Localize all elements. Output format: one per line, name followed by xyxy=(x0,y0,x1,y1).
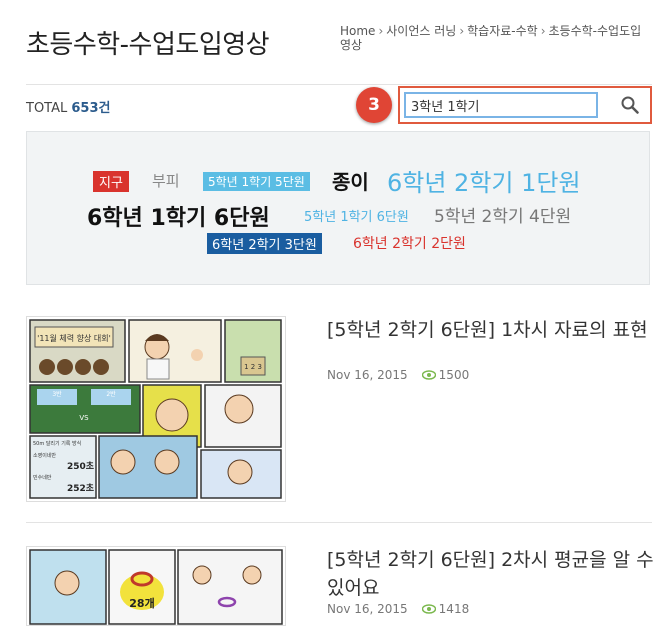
chevron-right-icon: › xyxy=(459,24,465,38)
breadcrumb-item-1[interactable]: 사이언스 러닝 xyxy=(386,24,456,38)
tag-item[interactable]: 부피 xyxy=(152,170,180,191)
list-item: 28개 [5학년 2학기 6단원] 2차시 평균을 알 수 있어요 Nov 16… xyxy=(26,546,654,626)
chevron-right-icon: › xyxy=(540,24,546,38)
search-box xyxy=(398,86,652,124)
view-count: 1418 xyxy=(438,602,470,616)
eye-icon xyxy=(421,370,436,380)
eye-icon xyxy=(421,604,436,614)
page-title: 초등수학-수업도입영상 xyxy=(26,30,270,60)
tag-cloud: 지구 부피 5학년 1학기 5단원 종이 6학년 2학기 1단원 6학년 1학기… xyxy=(26,131,650,285)
svg-text:소영이네반: 소영이네반 xyxy=(33,452,56,459)
total-count: TOTAL 653건 xyxy=(26,101,111,116)
tag-item[interactable]: 5학년 1학기 5단원 xyxy=(203,172,310,191)
svg-text:1 2 3: 1 2 3 xyxy=(244,363,262,371)
tag-item[interactable]: 6학년 2학기 2단원 xyxy=(353,233,466,253)
list-item: '11월 체력 향상 대회' 1 2 3 3반 2반 VS 50m 달리기 기록… xyxy=(26,316,650,506)
tag-item[interactable]: 지구 xyxy=(93,171,129,192)
svg-text:VS: VS xyxy=(79,414,89,422)
post-meta: Nov 16, 2015 1500 xyxy=(327,368,469,382)
tag-item[interactable]: 6학년 1학기 6단원 xyxy=(87,200,270,232)
divider xyxy=(26,522,652,523)
post-title[interactable]: [5학년 2학기 6단원] 2차시 평균을 알 수 있어요 xyxy=(327,546,657,602)
tag-item[interactable]: 6학년 2학기 3단원 xyxy=(207,233,322,254)
chevron-right-icon: › xyxy=(378,24,384,38)
breadcrumb: Home › 사이언스 러닝 › 학습자료-수학 › 초등수학-수업도입영상 xyxy=(340,24,652,52)
step-badge: 3 xyxy=(356,87,392,123)
cartoon-illustration: '11월 체력 향상 대회' 1 2 3 3반 2반 VS 50m 달리기 기록… xyxy=(27,317,285,501)
svg-text:3반: 3반 xyxy=(52,390,62,398)
svg-text:50m 달리기 기록 방식: 50m 달리기 기록 방식 xyxy=(33,440,81,447)
post-thumbnail[interactable]: 28개 xyxy=(26,546,286,626)
post-date: Nov 16, 2015 xyxy=(327,368,408,382)
svg-text:252초: 252초 xyxy=(67,483,95,494)
search-button[interactable] xyxy=(616,92,644,118)
svg-text:250초: 250초 xyxy=(67,461,95,472)
svg-text:'11월 체력 향상 대회': '11월 체력 향상 대회' xyxy=(37,333,111,343)
search-icon xyxy=(621,96,639,114)
tag-item[interactable]: 종이 xyxy=(332,166,369,195)
tag-item[interactable]: 5학년 1학기 6단원 xyxy=(304,206,409,225)
breadcrumb-home[interactable]: Home xyxy=(340,24,375,38)
tag-item[interactable]: 6학년 2학기 1단원 xyxy=(387,163,581,198)
svg-text:민수네반: 민수네반 xyxy=(33,474,52,481)
divider xyxy=(26,84,652,85)
cartoon-illustration: 28개 xyxy=(27,547,285,625)
search-input[interactable] xyxy=(404,92,598,118)
post-date: Nov 16, 2015 xyxy=(327,602,408,616)
post-meta: Nov 16, 2015 1418 xyxy=(327,602,469,616)
post-title[interactable]: [5학년 2학기 6단원] 1차시 자료의 표현 xyxy=(327,316,657,344)
svg-text:2반: 2반 xyxy=(106,390,116,398)
svg-text:28개: 28개 xyxy=(129,596,154,610)
breadcrumb-item-2[interactable]: 학습자료-수학 xyxy=(467,24,538,38)
view-count: 1500 xyxy=(438,368,470,382)
post-thumbnail[interactable]: '11월 체력 향상 대회' 1 2 3 3반 2반 VS 50m 달리기 기록… xyxy=(26,316,286,502)
tag-item[interactable]: 5학년 2학기 4단원 xyxy=(434,202,571,227)
